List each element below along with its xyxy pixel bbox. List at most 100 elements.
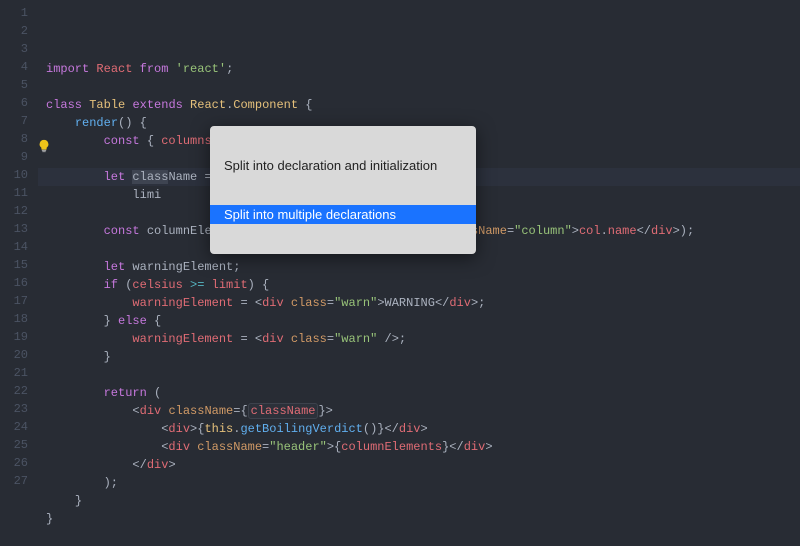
code-token: = bbox=[327, 332, 334, 346]
code-line[interactable]: warningElement = <div class="warn">WARNI… bbox=[38, 294, 800, 312]
intent-item-split-declaration-init[interactable]: Split into declaration and initializatio… bbox=[210, 156, 476, 175]
code-token: >; bbox=[471, 296, 485, 310]
code-token: div bbox=[168, 440, 197, 454]
code-token: class bbox=[132, 170, 168, 184]
line-number: 5 bbox=[0, 76, 28, 94]
code-token: ); bbox=[104, 476, 118, 490]
code-token: = bbox=[240, 332, 254, 346]
code-token: limit bbox=[212, 278, 248, 292]
code-line[interactable]: return ( bbox=[38, 384, 800, 402]
code-line[interactable]: <div className="header">{columnElements}… bbox=[38, 438, 800, 456]
code-token bbox=[46, 386, 104, 400]
code-token: > bbox=[421, 422, 428, 436]
code-line[interactable]: if (celsius >= limit) { bbox=[38, 276, 800, 294]
line-number: 27 bbox=[0, 472, 28, 490]
code-token bbox=[46, 296, 132, 310]
code-token: const bbox=[104, 224, 147, 238]
line-number: 1 bbox=[0, 4, 28, 22]
code-token: < bbox=[255, 296, 262, 310]
code-area[interactable]: Split into declaration and initializatio… bbox=[38, 0, 800, 500]
code-token: let bbox=[104, 260, 133, 274]
code-line[interactable] bbox=[38, 528, 800, 546]
code-token: warningElement bbox=[132, 260, 233, 274]
lightbulb-icon[interactable] bbox=[37, 111, 51, 125]
code-token: if bbox=[104, 278, 126, 292]
code-line[interactable]: } bbox=[38, 348, 800, 366]
code-line[interactable]: warningElement = <div class="warn" />; bbox=[38, 330, 800, 348]
code-token: ( bbox=[154, 386, 161, 400]
code-token: </ bbox=[435, 296, 449, 310]
code-token: render bbox=[75, 116, 118, 130]
code-token: div bbox=[651, 224, 673, 238]
code-token: Name bbox=[168, 170, 204, 184]
code-token: () { bbox=[118, 116, 147, 130]
code-token: ) { bbox=[248, 278, 270, 292]
code-line[interactable]: class Table extends React.Component { bbox=[38, 96, 800, 114]
code-token: extends bbox=[132, 98, 190, 112]
code-line[interactable]: } bbox=[38, 510, 800, 528]
code-line[interactable] bbox=[38, 366, 800, 384]
line-number: 13 bbox=[0, 220, 28, 238]
code-token bbox=[46, 476, 104, 490]
line-number: 11 bbox=[0, 184, 28, 202]
line-number: 25 bbox=[0, 436, 28, 454]
code-token: from bbox=[140, 62, 176, 76]
code-token: ; bbox=[233, 260, 240, 274]
line-number: 2 bbox=[0, 22, 28, 40]
code-token bbox=[46, 314, 104, 328]
code-token: { bbox=[147, 134, 161, 148]
line-number: 20 bbox=[0, 346, 28, 364]
code-token bbox=[46, 458, 132, 472]
code-token: return bbox=[104, 386, 154, 400]
code-token: div bbox=[147, 458, 169, 472]
code-token: const bbox=[104, 134, 147, 148]
code-token: { bbox=[154, 314, 161, 328]
code-editor[interactable]: 1234567891011121314151617181920212223242… bbox=[0, 0, 800, 500]
code-token: >{ bbox=[190, 422, 204, 436]
code-token: div bbox=[168, 422, 190, 436]
code-token: > bbox=[572, 224, 579, 238]
code-token: else bbox=[118, 314, 154, 328]
code-token bbox=[46, 494, 75, 508]
code-token: { bbox=[240, 404, 247, 418]
code-token: import bbox=[46, 62, 96, 76]
code-token bbox=[46, 260, 104, 274]
code-token: } bbox=[75, 494, 82, 508]
line-number: 18 bbox=[0, 310, 28, 328]
code-token: } bbox=[104, 350, 111, 364]
code-token: div bbox=[140, 404, 169, 418]
code-line[interactable]: <div className={className}> bbox=[38, 402, 800, 420]
intent-item-split-multiple-declarations[interactable]: Split into multiple declarations bbox=[210, 205, 476, 224]
line-number: 19 bbox=[0, 328, 28, 346]
code-token: </ bbox=[637, 224, 651, 238]
code-token: = bbox=[240, 296, 254, 310]
code-token: class bbox=[46, 98, 89, 112]
code-token: warningElement bbox=[132, 296, 240, 310]
code-token: let bbox=[104, 170, 133, 184]
code-line[interactable]: let warningElement; bbox=[38, 258, 800, 276]
code-line[interactable]: } bbox=[38, 492, 800, 510]
code-token: div bbox=[262, 296, 291, 310]
line-number: 8 bbox=[0, 130, 28, 148]
code-token: />; bbox=[385, 332, 407, 346]
code-token: celsius bbox=[132, 278, 190, 292]
code-token: < bbox=[255, 332, 262, 346]
code-line[interactable]: } else { bbox=[38, 312, 800, 330]
code-line[interactable]: </div> bbox=[38, 456, 800, 474]
code-token: Component bbox=[233, 98, 305, 112]
code-line[interactable] bbox=[38, 78, 800, 96]
code-token: ; bbox=[226, 62, 233, 76]
code-line[interactable]: import React from 'react'; bbox=[38, 60, 800, 78]
code-line[interactable]: <div>{this.getBoilingVerdict()}</div> bbox=[38, 420, 800, 438]
code-line[interactable]: ); bbox=[38, 474, 800, 492]
code-token: . bbox=[601, 224, 608, 238]
intention-actions-menu[interactable]: Split into declaration and initializatio… bbox=[210, 126, 476, 254]
code-token: }> bbox=[318, 404, 332, 418]
code-token bbox=[46, 278, 104, 292]
code-token: 'react' bbox=[176, 62, 226, 76]
line-number: 10 bbox=[0, 166, 28, 184]
code-token: col bbox=[579, 224, 601, 238]
code-token: div bbox=[464, 440, 486, 454]
line-number: 21 bbox=[0, 364, 28, 382]
code-token: >{ bbox=[327, 440, 341, 454]
